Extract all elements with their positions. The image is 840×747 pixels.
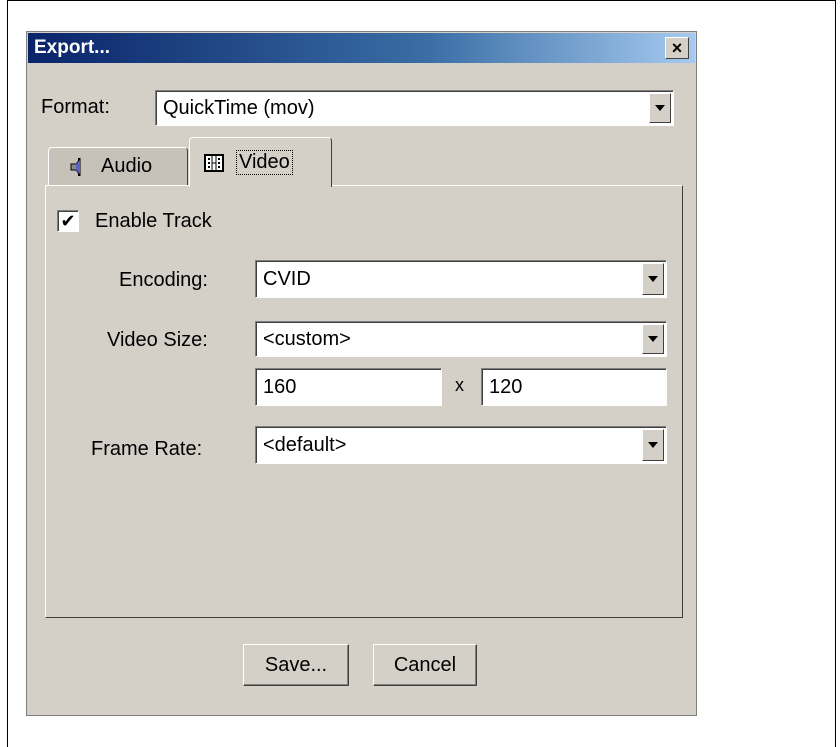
video-size-label: Video Size: <box>107 329 208 351</box>
close-icon: × <box>671 38 683 58</box>
save-button[interactable]: Save... <box>243 644 349 686</box>
frame-rate-label: Frame Rate: <box>91 438 203 460</box>
window-title: Export... <box>34 37 111 58</box>
frame-rate-value: <default> <box>263 433 347 456</box>
tab-audio[interactable]: Audio <box>48 147 188 185</box>
enable-track-label[interactable]: Enable Track <box>95 210 212 233</box>
tab-video-label: Video <box>236 150 293 175</box>
video-height-input[interactable]: 120 <box>481 368 667 406</box>
video-height-value: 120 <box>489 375 523 398</box>
cancel-button-label: Cancel <box>393 653 457 676</box>
encoding-select[interactable]: CVID <box>255 260 667 298</box>
video-size-select[interactable]: <custom> <box>255 321 667 357</box>
encoding-value: CVID <box>263 267 311 290</box>
export-dialog: Export... × Format: QuickTime (mov) Audi… <box>26 31 697 716</box>
check-icon: ✔ <box>60 211 76 231</box>
format-value: QuickTime (mov) <box>163 96 315 119</box>
video-width-input[interactable]: 160 <box>255 368 442 406</box>
chevron-down-icon[interactable] <box>642 324 664 354</box>
tab-video[interactable]: Video <box>189 137 332 187</box>
enable-track-checkbox[interactable]: ✔ <box>57 210 79 232</box>
format-select[interactable]: QuickTime (mov) <box>155 90 674 126</box>
cancel-button[interactable]: Cancel <box>373 644 477 686</box>
save-button-label: Save... <box>264 653 328 676</box>
film-icon <box>204 153 224 173</box>
encoding-label: Encoding: <box>119 269 208 291</box>
video-size-separator: x <box>455 375 464 395</box>
close-button[interactable]: × <box>665 37 689 59</box>
title-bar[interactable]: Export... × <box>28 33 695 63</box>
video-width-value: 160 <box>263 375 297 398</box>
chevron-down-icon[interactable] <box>649 93 671 123</box>
speaker-icon <box>69 156 89 178</box>
chevron-down-icon[interactable] <box>642 429 664 461</box>
frame-rate-select[interactable]: <default> <box>255 426 667 464</box>
chevron-down-icon[interactable] <box>642 263 664 295</box>
format-label: Format: <box>41 96 110 118</box>
tab-audio-label: Audio <box>101 155 153 177</box>
video-size-value: <custom> <box>263 327 351 350</box>
